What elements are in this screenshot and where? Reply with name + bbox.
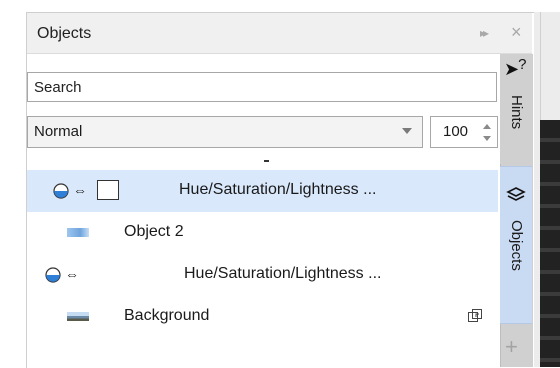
convert-to-object-icon[interactable] [467, 308, 483, 324]
search-input[interactable] [27, 72, 497, 102]
chevron-down-icon [402, 128, 412, 134]
panel-title: Objects [37, 25, 92, 42]
expand-panel-icon[interactable]: ▸▸ [480, 26, 489, 40]
tab-hints-label: Hints [508, 95, 525, 130]
tab-objects-label: Objects [508, 220, 525, 271]
visibility-icon[interactable] [53, 183, 69, 199]
layer-row[interactable]: Background [27, 296, 498, 338]
mask-thumbnail[interactable] [97, 180, 119, 200]
panel-titlebar: Objects ▸▸ × [27, 13, 532, 54]
layer-row[interactable]: ⇔ Hue/Saturation/Lightness ... [27, 254, 498, 296]
opacity-stepper[interactable]: 100 [430, 116, 498, 148]
drag-indicator [264, 160, 269, 162]
layer-thumbnail [67, 228, 89, 237]
layer-name: Hue/Saturation/Lightness ... [184, 265, 382, 282]
layer-name: Object 2 [124, 223, 184, 240]
cursor-help-icon: ➤? [504, 56, 527, 79]
link-icon[interactable]: ⇔ [65, 266, 79, 282]
layer-name: Background [124, 307, 210, 324]
link-icon[interactable]: ⇔ [73, 182, 87, 198]
layer-thumbnail [67, 312, 89, 321]
layer-name: Hue/Saturation/Lightness ... [179, 181, 377, 198]
blend-mode-value: Normal [34, 123, 83, 140]
close-panel-icon[interactable]: × [511, 22, 522, 43]
decrement-icon[interactable] [483, 136, 491, 141]
blend-mode-select[interactable]: Normal [27, 116, 423, 148]
increment-icon[interactable] [483, 124, 491, 129]
layer-row[interactable]: ⇔ Hue/Saturation/Lightness ... [27, 170, 498, 212]
visibility-icon[interactable] [45, 267, 61, 283]
workspace-edge [0, 0, 26, 367]
add-tab-icon[interactable]: + [505, 334, 518, 360]
opacity-value: 100 [443, 123, 469, 140]
layer-row[interactable]: Object 2 [27, 212, 498, 254]
layers-icon [506, 187, 526, 201]
workspace-color-strip [540, 120, 560, 367]
